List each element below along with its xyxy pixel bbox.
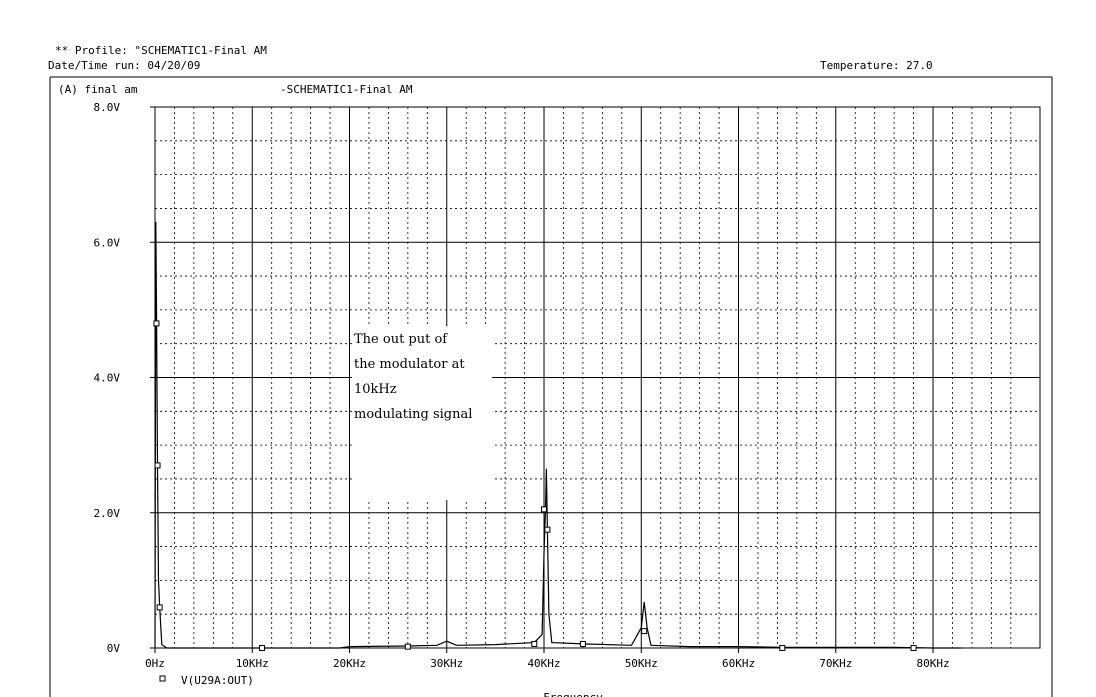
series-marker [779,645,786,651]
y-tick-label: 6.0V [94,236,121,249]
series-marker [531,640,538,647]
series-marker [154,462,161,469]
annotation-line: the modulator at [354,357,465,372]
x-tick-label: 80KHz [916,657,949,670]
series-marker [641,628,648,635]
x-axis-label: Frequency [543,691,603,697]
series-marker [579,640,586,647]
series-marker [544,526,551,533]
annotation-line: 10kHz [354,382,397,397]
y-tick-label: 8.0V [94,101,121,114]
series-marker [156,604,163,611]
x-tick-label: 50KHz [625,657,658,670]
legend-label: V(U29A:OUT) [181,674,254,687]
y-tick-label: 4.0V [94,372,121,385]
series-marker [153,320,160,327]
x-tick-label: 10KHz [236,657,269,670]
x-tick-label: 20KHz [333,657,366,670]
y-tick-label: 2.0V [94,507,121,520]
y-tick-label: 0V [107,642,121,655]
x-tick-label: 60KHz [722,657,755,670]
series-marker [910,645,917,651]
annotation-line: The out put of [354,332,448,347]
x-tick-label: 70KHz [819,657,852,670]
series-marker [258,645,265,651]
series-marker [404,643,411,650]
annotation-line: modulating signal [354,407,473,422]
legend-marker [159,675,166,682]
series-marker [541,506,548,513]
annotation-note: The out put of the modulator at 10kHz mo… [352,326,492,500]
x-tick-label: 40KHz [527,657,560,670]
x-tick-label: 0Hz [145,657,165,670]
series-line [154,221,963,649]
plot-area: 0Hz 10KHz 20KHz 30KHz 40KHz 50KHz 60KHz 70KHz 80… [49,76,1053,697]
x-tick-label: 30KHz [430,657,463,670]
